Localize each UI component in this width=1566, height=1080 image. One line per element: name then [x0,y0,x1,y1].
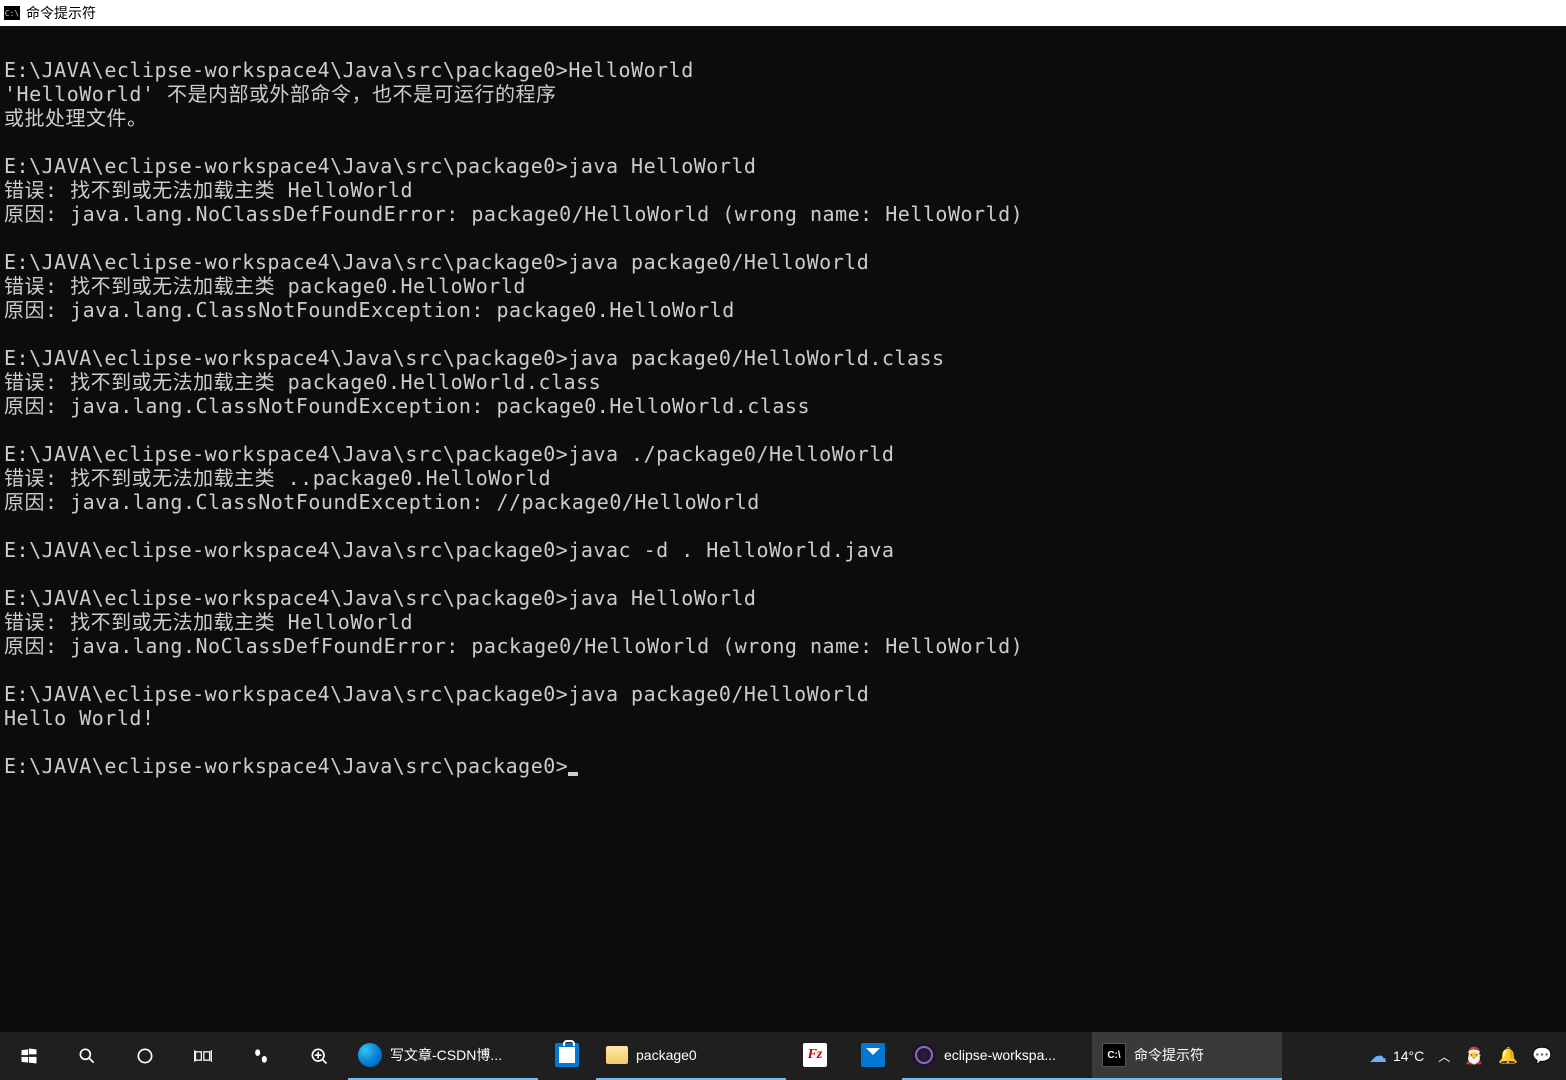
filezilla-icon: Fz [803,1043,827,1067]
windows-icon [19,1046,39,1066]
cortana-button[interactable] [116,1032,174,1080]
magnifier-button[interactable] [290,1032,348,1080]
task-view-button[interactable] [174,1032,232,1080]
taskbar-app-filezilla[interactable]: Fz [786,1032,844,1080]
notifications-button[interactable]: 🔔 [1498,1046,1518,1066]
copilot-button[interactable] [232,1032,290,1080]
tray-app-icon[interactable]: 🎅 [1464,1046,1484,1066]
taskbar-app-label: 写文章-CSDN博... [390,1045,502,1065]
temperature-text: 14°C [1393,1048,1424,1064]
terminal-output[interactable]: E:\JAVA\eclipse-workspace4\Java\src\pack… [0,26,1566,1032]
taskbar-app-eclipse[interactable]: eclipse-workspa... [902,1032,1092,1080]
cloud-icon: ☁ [1369,1046,1387,1067]
taskbar-app-label: 命令提示符 [1134,1045,1204,1065]
search-icon [77,1046,97,1066]
cmd-icon: C:\ [1102,1043,1126,1067]
weather-widget[interactable]: ☁ 14°C [1369,1046,1424,1067]
edge-icon [358,1043,382,1067]
system-tray: ☁ 14°C ︿ 🎅 🔔 💬 [1355,1032,1566,1080]
taskbar-app-cmd[interactable]: C:\ 命令提示符 [1092,1032,1282,1080]
magnifier-icon [309,1046,329,1066]
title-bar[interactable]: C:\ 命令提示符 [0,0,1566,26]
terminal-cursor [568,772,578,776]
action-center-button[interactable]: 💬 [1532,1046,1552,1066]
window-title: 命令提示符 [26,3,96,23]
terminal-prompt: E:\JAVA\eclipse-workspace4\Java\src\pack… [4,754,568,778]
circle-icon [135,1046,155,1066]
taskbar-app-label: eclipse-workspa... [944,1047,1056,1063]
eclipse-icon [912,1043,936,1067]
taskbar: 写文章-CSDN博... package0 Fz eclipse-workspa… [0,1032,1566,1080]
copilot-icon [251,1046,271,1066]
mail-icon [861,1043,885,1067]
terminal-text: E:\JAVA\eclipse-workspace4\Java\src\pack… [4,58,1023,730]
taskbar-app-explorer[interactable]: package0 [596,1032,786,1080]
taskbar-app-mail[interactable] [844,1032,902,1080]
task-view-icon [193,1046,213,1066]
folder-icon [606,1046,628,1064]
taskbar-app-store[interactable] [538,1032,596,1080]
taskbar-app-edge[interactable]: 写文章-CSDN博... [348,1032,538,1080]
tray-overflow-button[interactable]: ︿ [1438,1048,1450,1065]
taskbar-app-label: package0 [636,1047,697,1063]
start-button[interactable] [0,1032,58,1080]
search-button[interactable] [58,1032,116,1080]
cmd-title-icon: C:\ [4,6,20,20]
store-icon [555,1043,579,1067]
